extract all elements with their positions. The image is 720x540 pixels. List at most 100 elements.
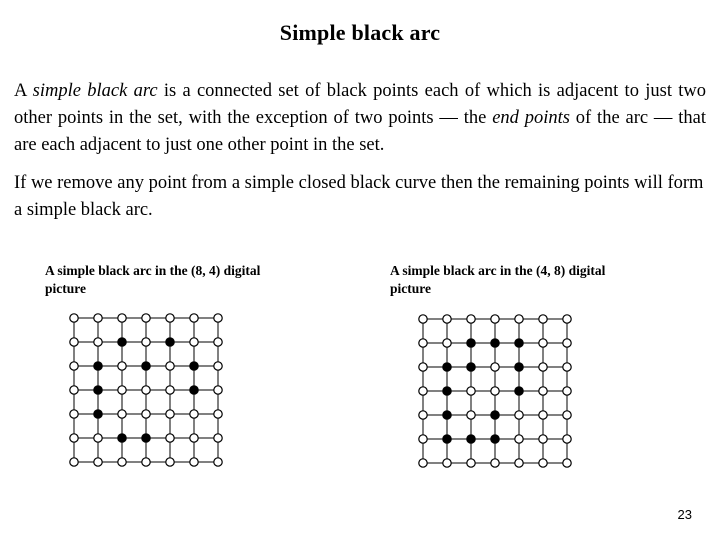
white-point-node [165, 433, 175, 443]
figure-caption-right: A simple black arc in the (4, 8) digital… [390, 263, 606, 296]
white-point-node [442, 458, 452, 468]
white-point-node [141, 385, 151, 395]
black-point-node [514, 386, 524, 396]
white-point-node [165, 457, 175, 467]
white-point-node [189, 457, 199, 467]
black-point-node [117, 337, 127, 347]
figure-caption-left: A simple black arc in the (8, 4) digital… [45, 263, 261, 296]
black-point-node [442, 386, 452, 396]
white-point-node [93, 433, 103, 443]
white-point-node [418, 410, 428, 420]
paragraph-definition: A simple black arc is a connected set of… [14, 78, 706, 159]
black-point-node [490, 338, 500, 348]
paragraph-1-emphasis-2: end points [492, 108, 570, 128]
black-point-node [189, 361, 199, 371]
black-point-node [442, 362, 452, 372]
page-title: Simple black arc [279, 20, 441, 45]
white-point-node [418, 458, 428, 468]
white-point-node [562, 458, 572, 468]
white-point-node [69, 361, 79, 371]
body-text-block: A simple black arc is a connected set of… [14, 78, 706, 224]
black-point-node [490, 410, 500, 420]
white-point-node [69, 337, 79, 347]
white-point-node [117, 409, 127, 419]
white-point-node [189, 433, 199, 443]
white-point-node [562, 338, 572, 348]
white-point-node [418, 362, 428, 372]
white-point-node [562, 386, 572, 396]
white-point-node [538, 458, 548, 468]
white-point-node [213, 409, 223, 419]
white-point-node [562, 362, 572, 372]
paragraph-1-segment-1: A [14, 81, 33, 101]
white-point-node [165, 409, 175, 419]
white-point-node [490, 314, 500, 324]
black-point-node [466, 434, 476, 444]
white-point-node [538, 434, 548, 444]
white-point-node [141, 409, 151, 419]
white-point-node [69, 385, 79, 395]
black-point-node [442, 410, 452, 420]
white-point-node [141, 457, 151, 467]
white-point-node [213, 433, 223, 443]
white-point-node [213, 385, 223, 395]
black-point-node [514, 338, 524, 348]
black-point-node [442, 434, 452, 444]
white-point-node [69, 457, 79, 467]
white-point-node [213, 313, 223, 323]
white-point-node [514, 314, 524, 324]
black-point-node [514, 362, 524, 372]
white-point-node [418, 434, 428, 444]
white-point-node [490, 386, 500, 396]
white-point-node [93, 313, 103, 323]
white-point-node [562, 314, 572, 324]
white-point-node [562, 434, 572, 444]
white-point-node [117, 457, 127, 467]
paragraph-remark: If we remove any point from a simple clo… [14, 173, 704, 220]
black-point-node [189, 385, 199, 395]
white-point-node [418, 314, 428, 324]
white-point-node [69, 409, 79, 419]
slide-canvas: Simple black arc A simple black arc is a… [0, 0, 720, 540]
white-point-node [418, 338, 428, 348]
white-point-node [538, 386, 548, 396]
black-point-node [466, 338, 476, 348]
white-point-node [213, 361, 223, 371]
white-point-node [117, 313, 127, 323]
white-point-node [466, 410, 476, 420]
white-point-node [117, 385, 127, 395]
white-point-node [466, 458, 476, 468]
grid-diagram-4-8 [418, 314, 572, 468]
white-point-node [213, 457, 223, 467]
white-point-node [189, 337, 199, 347]
white-point-node [514, 458, 524, 468]
white-point-node [93, 457, 103, 467]
white-point-node [514, 434, 524, 444]
black-point-node [93, 409, 103, 419]
white-point-node [165, 361, 175, 371]
figure-grid-4-8 [409, 305, 581, 482]
grid-diagram-8-4 [69, 313, 223, 467]
black-point-node [165, 337, 175, 347]
white-point-node [490, 362, 500, 372]
white-point-node [514, 410, 524, 420]
page-number: 23 [677, 507, 692, 522]
paragraph-1-emphasis-1: simple black arc [32, 81, 158, 101]
white-point-node [538, 338, 548, 348]
white-point-node [93, 337, 103, 347]
white-point-node [538, 314, 548, 324]
white-point-node [69, 313, 79, 323]
black-point-node [141, 361, 151, 371]
white-point-node [442, 338, 452, 348]
white-point-node [442, 314, 452, 324]
black-point-node [141, 433, 151, 443]
white-point-node [189, 313, 199, 323]
white-point-node [141, 313, 151, 323]
white-point-node [165, 385, 175, 395]
white-point-node [490, 458, 500, 468]
white-point-node [418, 386, 428, 396]
black-point-node [466, 362, 476, 372]
white-point-node [213, 337, 223, 347]
white-point-node [466, 386, 476, 396]
white-point-node [466, 314, 476, 324]
